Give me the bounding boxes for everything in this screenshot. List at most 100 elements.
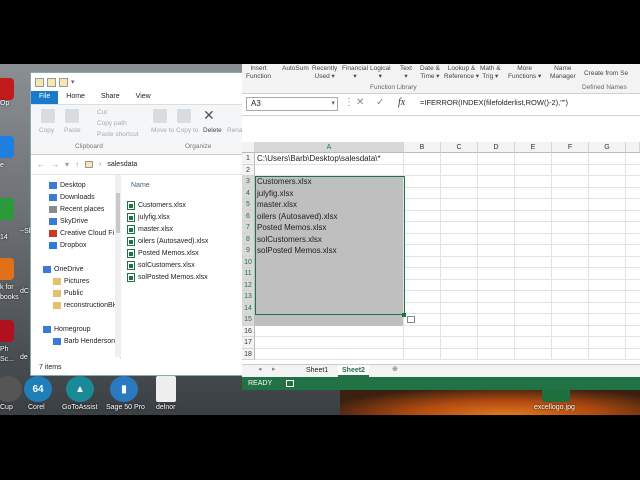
file-row[interactable]: master.xlsx [127, 223, 245, 235]
row-header[interactable]: 17 [242, 337, 255, 349]
cell[interactable] [589, 337, 626, 349]
nav-scrollbar[interactable] [115, 175, 121, 357]
cell[interactable] [515, 291, 552, 303]
cell[interactable] [478, 337, 515, 349]
nav-item-public[interactable]: Public [31, 287, 120, 299]
column-header-d[interactable]: D [478, 142, 515, 153]
copy-icon[interactable] [41, 109, 55, 123]
sage50-app-icon[interactable]: ▮ [110, 376, 138, 402]
move-to-icon[interactable] [153, 109, 167, 123]
nav-item-creative-cloud[interactable]: Creative Cloud Fi [31, 227, 120, 239]
cell[interactable] [515, 199, 552, 211]
file-row[interactable]: solCustomers.xlsx [127, 259, 245, 271]
rename-button[interactable]: Rena [227, 127, 243, 134]
folder-icon[interactable] [35, 77, 44, 87]
quick-analysis-icon[interactable] [407, 316, 415, 323]
cell[interactable] [515, 348, 552, 360]
cell[interactable] [404, 325, 441, 337]
nav-item-recent-places[interactable]: Recent places [31, 203, 120, 215]
nav-item-downloads[interactable]: Downloads [31, 191, 120, 203]
cell[interactable] [441, 187, 478, 199]
file-row[interactable]: Customers.xlsx [127, 199, 245, 211]
row-header[interactable]: 16 [242, 325, 255, 337]
sheet-tab-sheet2[interactable]: Sheet2 [338, 365, 369, 377]
file-row[interactable]: Posted Memos.xlsx [127, 247, 245, 259]
financial-button[interactable]: Financial ▾ [342, 65, 368, 81]
cell[interactable] [552, 268, 589, 280]
cell[interactable] [478, 302, 515, 314]
cell[interactable] [404, 199, 441, 211]
cell-a[interactable] [255, 348, 404, 360]
cell-a[interactable] [255, 268, 404, 280]
move-to-button[interactable]: Move to [151, 127, 174, 134]
cell[interactable] [441, 199, 478, 211]
copy-to-icon[interactable] [177, 109, 191, 123]
cell[interactable] [441, 222, 478, 234]
cell[interactable] [478, 268, 515, 280]
cell-a[interactable]: solPosted Memos.xlsx [255, 245, 404, 257]
cell[interactable] [441, 153, 478, 165]
cell[interactable] [478, 348, 515, 360]
row-header[interactable]: 3 [242, 176, 255, 188]
forward-icon[interactable]: → [51, 160, 59, 169]
cell[interactable] [552, 279, 589, 291]
cell[interactable] [515, 222, 552, 234]
cell[interactable] [552, 199, 589, 211]
cell-a[interactable] [255, 302, 404, 314]
next-sheet-icon[interactable]: ▸ [272, 365, 276, 373]
scroll-thumb[interactable] [116, 193, 120, 233]
cell-a[interactable]: Customers.xlsx [255, 176, 404, 188]
cell[interactable] [404, 222, 441, 234]
row-header[interactable]: 8 [242, 233, 255, 245]
tab-view[interactable]: View [128, 91, 159, 104]
cell[interactable] [589, 268, 626, 280]
cell[interactable] [404, 348, 441, 360]
cell[interactable] [589, 187, 626, 199]
column-header-f[interactable]: F [552, 142, 589, 153]
column-header-g[interactable]: G [589, 142, 626, 153]
cell[interactable] [441, 164, 478, 176]
tab-home[interactable]: Home [58, 91, 93, 104]
nav-item-homegroup[interactable]: Homegroup [31, 323, 120, 335]
cell[interactable] [478, 176, 515, 188]
cell-a[interactable]: Posted Memos.xlsx [255, 222, 404, 234]
tab-share[interactable]: Share [93, 91, 128, 104]
macro-record-icon[interactable] [285, 379, 294, 387]
row-header[interactable]: 14 [242, 302, 255, 314]
cell[interactable] [404, 256, 441, 268]
cell[interactable] [404, 176, 441, 188]
sheet-tab-sheet1[interactable]: Sheet1 [302, 365, 332, 377]
cell[interactable] [404, 337, 441, 349]
edge-app-icon[interactable] [0, 198, 14, 220]
select-all-corner[interactable] [242, 142, 255, 153]
cell[interactable] [441, 245, 478, 257]
cell[interactable] [515, 176, 552, 188]
copy-button[interactable]: Copy [39, 127, 54, 134]
row-header[interactable]: 13 [242, 291, 255, 303]
name-manager-button[interactable]: Name Manager [550, 65, 576, 81]
cell[interactable] [441, 348, 478, 360]
cell[interactable] [589, 199, 626, 211]
cell[interactable] [441, 233, 478, 245]
cell[interactable] [589, 176, 626, 188]
edge-app-icon[interactable] [0, 136, 14, 158]
cup-app-icon[interactable] [0, 376, 22, 402]
create-from-selection-button[interactable]: Create from Se [584, 70, 628, 78]
text-button[interactable]: Text ▾ [400, 65, 412, 81]
column-header-b[interactable]: B [404, 142, 441, 153]
cell[interactable] [589, 153, 626, 165]
cell[interactable] [478, 291, 515, 303]
cut-button[interactable]: Cut [97, 109, 107, 116]
cell-a[interactable]: julyfig.xlsx [255, 187, 404, 199]
cell[interactable] [589, 210, 626, 222]
cell[interactable] [478, 314, 515, 326]
cell[interactable] [478, 256, 515, 268]
cell[interactable] [441, 279, 478, 291]
cell[interactable] [552, 222, 589, 234]
add-sheet-icon[interactable]: ⊕ [392, 365, 398, 373]
corel-app-icon[interactable]: 64 [24, 376, 52, 402]
cell-a[interactable]: solCustomers.xlsx [255, 233, 404, 245]
cell[interactable] [441, 302, 478, 314]
row-header[interactable]: 9 [242, 245, 255, 257]
cell[interactable] [589, 325, 626, 337]
